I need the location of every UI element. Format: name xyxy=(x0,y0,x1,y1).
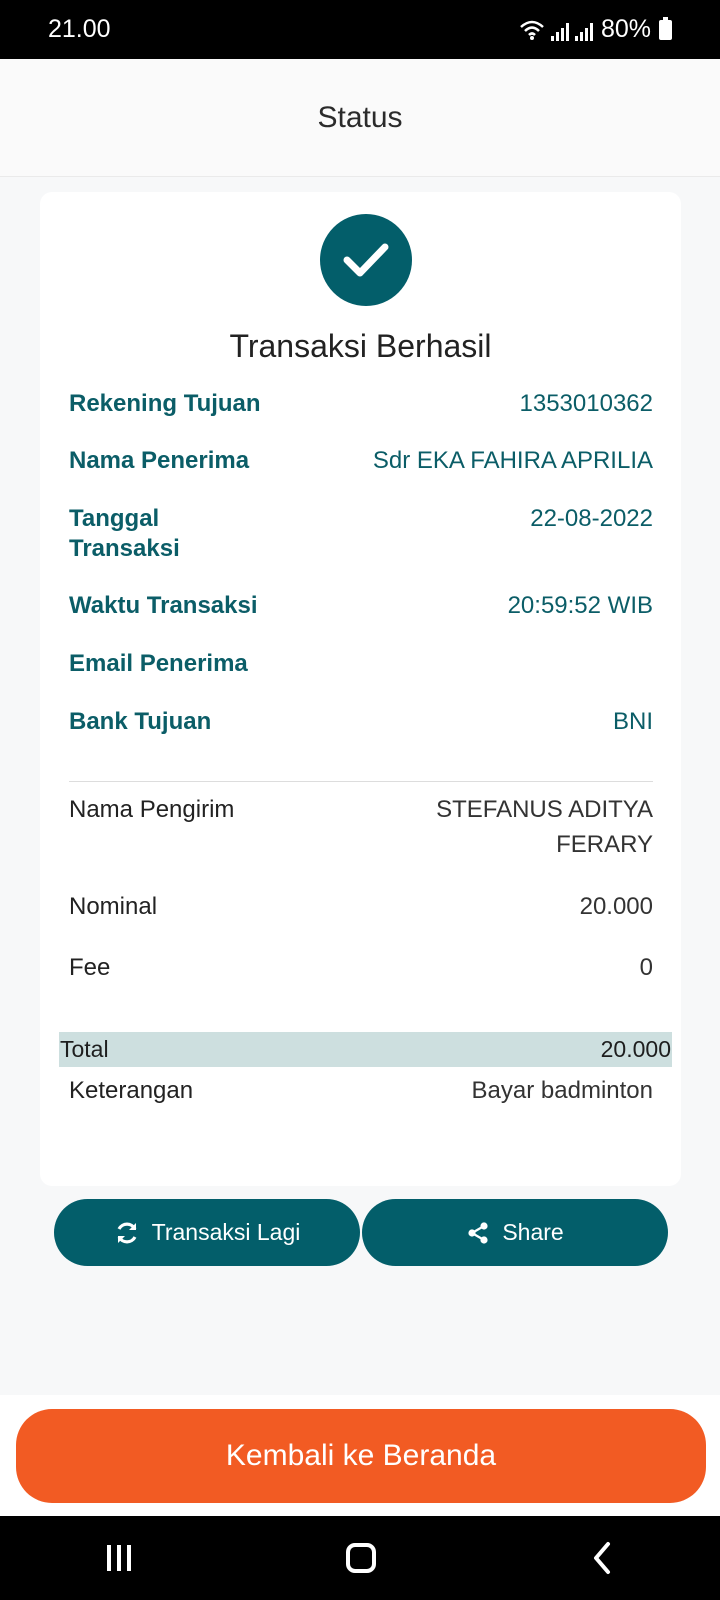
row-label: Rekening Tujuan xyxy=(69,390,261,417)
kembali-ke-beranda-button[interactable]: Kembali ke Beranda xyxy=(16,1409,706,1503)
signal-icon-2 xyxy=(574,22,593,41)
row-waktu-transaksi: Waktu Transaksi 20:59:52 WIB xyxy=(69,591,653,621)
row-value: Sdr EKA FAHIRA APRILIA xyxy=(372,447,653,474)
row-nama-pengirim: Nama Pengirim STEFANUS ADITYA FERARY xyxy=(69,795,653,862)
receipt-card: Transaksi Berhasil Rekening Tujuan 13530… xyxy=(40,192,681,1186)
page-title: Status xyxy=(317,100,403,134)
row-nominal: Nominal 20.000 xyxy=(69,892,653,922)
share-label: Share xyxy=(502,1219,564,1245)
row-value: 20.000 xyxy=(579,893,653,920)
battery-level: 80% xyxy=(600,15,651,43)
row-fee: Fee 0 xyxy=(69,953,653,983)
bottom-action-bar: Kembali ke Beranda xyxy=(0,1395,720,1516)
row-value: 20:59:52 WIB xyxy=(507,592,653,619)
status-bar: 21.00 80% xyxy=(0,0,720,59)
success-badge xyxy=(320,214,412,306)
status-icons: 80% xyxy=(519,15,672,44)
row-label: Waktu Transaksi xyxy=(69,592,258,619)
row-nama-penerima: Nama Penerima Sdr EKA FAHIRA APRILIA xyxy=(69,446,653,476)
row-label: Bank Tujuan xyxy=(69,708,212,735)
share-icon xyxy=(468,1221,488,1244)
refresh-icon xyxy=(117,1222,137,1243)
row-value: BNI xyxy=(612,708,653,735)
row-rekening-tujuan: Rekening Tujuan 1353010362 xyxy=(69,389,653,419)
row-label: Fee xyxy=(69,954,111,981)
total-row: Total 20.000 xyxy=(59,1032,672,1067)
recent-apps-icon[interactable] xyxy=(107,1545,132,1571)
wifi-icon xyxy=(520,20,544,40)
row-value: STEFANUS ADITYA FERARY xyxy=(436,796,653,858)
status-time: 21.00 xyxy=(48,15,111,43)
row-value: Bayar badminton xyxy=(471,1077,653,1104)
back-icon[interactable] xyxy=(591,1541,613,1575)
transaction-status-title: Transaksi Berhasil xyxy=(229,328,492,364)
app-header: Status xyxy=(0,59,720,177)
home-icon[interactable] xyxy=(345,1543,376,1573)
row-keterangan: Keterangan Bayar badminton xyxy=(69,1076,653,1106)
battery-icon xyxy=(659,16,672,40)
row-label: Nominal xyxy=(69,893,158,920)
row-label: Keterangan xyxy=(69,1077,194,1104)
transaksi-lagi-button[interactable]: Transaksi Lagi xyxy=(54,1199,360,1266)
row-value: 1353010362 xyxy=(519,390,653,417)
row-label: Tanggal Transaksi xyxy=(69,505,180,562)
row-tanggal-transaksi: Tanggal Transaksi 22-08-2022 xyxy=(69,504,653,564)
divider xyxy=(69,781,653,782)
row-label: Nama Penerima xyxy=(69,447,250,474)
row-label: Email Penerima xyxy=(69,650,248,677)
row-value: 0 xyxy=(639,954,653,981)
signal-icon xyxy=(550,22,569,41)
row-bank-tujuan: Bank Tujuan BNI xyxy=(69,707,653,737)
check-icon xyxy=(343,243,389,277)
row-email-penerima: Email Penerima xyxy=(69,649,653,679)
total-value: 20.000 xyxy=(600,1036,671,1062)
transaksi-lagi-label: Transaksi Lagi xyxy=(151,1219,301,1245)
system-nav-bar xyxy=(0,1516,720,1600)
total-label: Total xyxy=(60,1036,109,1062)
share-button[interactable]: Share xyxy=(362,1199,668,1266)
row-label: Nama Pengirim xyxy=(69,796,235,823)
row-value: 22-08-2022 xyxy=(530,505,653,532)
